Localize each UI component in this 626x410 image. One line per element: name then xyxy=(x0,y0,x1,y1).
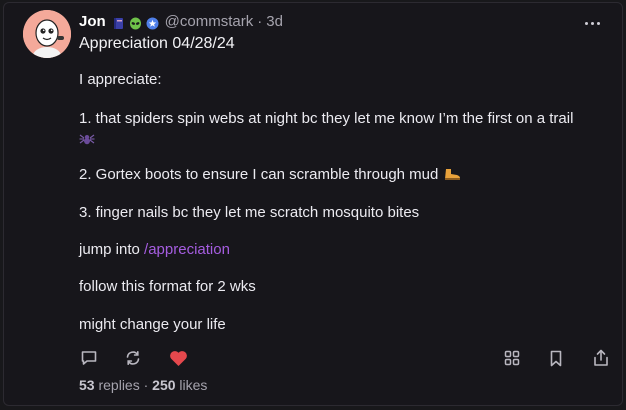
recast-icon[interactable] xyxy=(123,348,143,368)
spider-emoji-icon xyxy=(79,131,95,152)
cartoon-avatar-icon[interactable] xyxy=(23,10,71,58)
post-item-2-text: 2. Gortex boots to ensure I can scramble… xyxy=(79,166,439,183)
post-item-1-text: 1. that spiders spin webs at night bc th… xyxy=(79,110,574,127)
bookmark-icon[interactable] xyxy=(546,348,566,368)
post-header: Jon @commstark · 3d xyxy=(79,12,283,32)
stats-separator: · xyxy=(139,377,153,393)
post-item-3: 3. finger nails bc they let me scratch m… xyxy=(79,204,420,221)
author-handle[interactable]: @commstark xyxy=(165,12,254,32)
likes-count[interactable]: 250 xyxy=(152,377,175,393)
post-jump-text: jump into xyxy=(79,241,145,258)
star-badge-icon xyxy=(146,16,159,29)
post-title: Appreciation 04/28/24 xyxy=(79,35,235,52)
post-item-1: 1. that spiders spin webs at night bc th… xyxy=(79,108,609,152)
post-time[interactable]: 3d xyxy=(266,12,283,32)
post-follow-line: follow this format for 2 wks xyxy=(79,278,256,295)
post-jump-line: jump into /appreciation xyxy=(79,239,230,260)
share-icon[interactable] xyxy=(591,348,611,368)
book-icon xyxy=(112,16,125,29)
reply-icon[interactable] xyxy=(79,348,99,368)
channel-link[interactable]: /appreciation xyxy=(144,241,230,258)
post-card[interactable]: Jon @commstark · 3d Appreciation 04/28/2… xyxy=(3,2,623,406)
author-name[interactable]: Jon xyxy=(79,12,106,32)
alien-icon xyxy=(129,16,142,29)
post-closing-line: might change your life xyxy=(79,316,226,333)
action-bar xyxy=(79,348,609,370)
separator-dot: · xyxy=(257,13,263,30)
post-intro: I appreciate: xyxy=(79,71,162,88)
heart-icon[interactable] xyxy=(168,348,188,368)
post-stats: 53 replies · 250 likes xyxy=(79,376,207,394)
grid-icon[interactable] xyxy=(502,348,522,368)
boot-emoji-icon xyxy=(443,166,461,187)
likes-label[interactable]: likes xyxy=(176,377,207,393)
more-horizontal-icon[interactable] xyxy=(582,13,602,33)
post-item-2: 2. Gortex boots to ensure I can scramble… xyxy=(79,164,461,187)
replies-count[interactable]: 53 xyxy=(79,377,95,393)
replies-label[interactable]: replies xyxy=(95,377,139,393)
